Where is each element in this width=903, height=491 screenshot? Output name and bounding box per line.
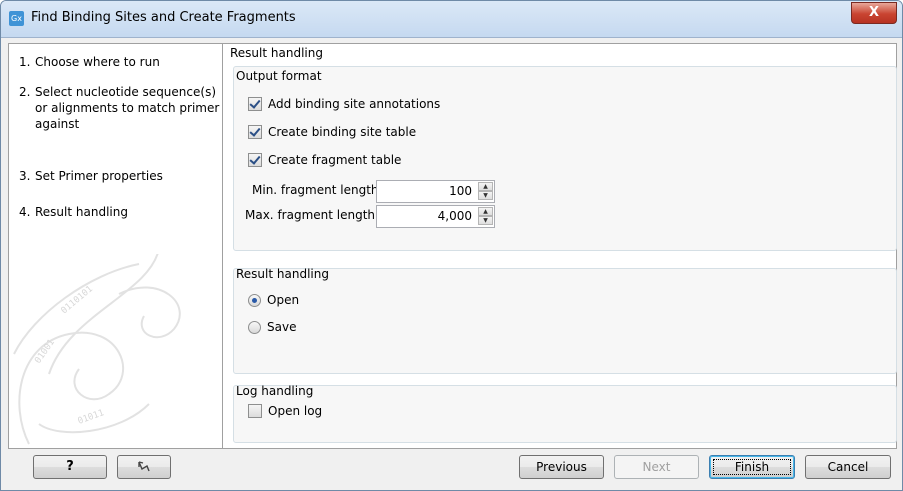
min-fragment-length-spinner[interactable]: 100 ▲ ▼ [376, 180, 495, 203]
save-radio[interactable]: Save [248, 320, 296, 334]
spinner-arrows[interactable]: ▲ ▼ [478, 182, 493, 201]
step-number: 4. [19, 205, 31, 219]
title-bar[interactable]: Gx Find Binding Sites and Create Fragmen… [1, 1, 902, 38]
svg-text:01011: 01011 [77, 408, 106, 427]
checkbox-label: Create binding site table [268, 125, 417, 139]
focus-ring [713, 459, 791, 475]
output-format-label: Output format [236, 69, 322, 83]
result-handling-panel: Result handling Output format Add bindin… [225, 44, 897, 448]
create-binding-site-table-checkbox[interactable]: Create binding site table [248, 125, 416, 139]
step-number: 3. [19, 169, 31, 183]
open-log-checkbox[interactable]: Open log [248, 404, 322, 418]
finish-button[interactable]: Finish [709, 455, 795, 479]
help-button[interactable]: ? [33, 455, 107, 479]
step-number: 2. [19, 85, 31, 99]
close-button[interactable]: X [851, 2, 897, 24]
result-handling-label: Result handling [236, 267, 329, 281]
min-fragment-length-label: Min. fragment length [252, 183, 379, 197]
min-fragment-length-value[interactable]: 100 [449, 184, 472, 198]
step-label: Choose where to run [35, 55, 160, 69]
log-handling-label: Log handling [236, 384, 314, 398]
max-fragment-length-value[interactable]: 4,000 [438, 209, 472, 223]
radio-icon[interactable] [248, 320, 261, 334]
checkbox-icon[interactable] [248, 97, 262, 111]
checkbox-icon[interactable] [248, 125, 262, 139]
checkbox-icon[interactable] [248, 153, 262, 167]
radio-label: Save [267, 320, 297, 334]
next-button[interactable]: Next [614, 455, 699, 479]
panel-heading: Result handling [230, 46, 323, 60]
app-icon: Gx [9, 11, 24, 26]
log-handling-group: Log handling Open log [233, 384, 897, 443]
radio-label: Open [267, 293, 300, 307]
spin-down-icon[interactable]: ▼ [478, 191, 493, 200]
undo-icon [138, 461, 150, 472]
previous-button[interactable]: Previous [519, 455, 604, 479]
decorative-swirl-logo: 0110101 01001 01011 [13, 254, 181, 445]
steps-sidebar: 1. Choose where to run 2. Select nucleot… [9, 44, 223, 448]
spin-down-icon[interactable]: ▼ [478, 216, 493, 225]
checkbox-label: Create fragment table [268, 153, 402, 167]
step-label: Set Primer properties [35, 169, 163, 183]
dialog-window: Gx Find Binding Sites and Create Fragmen… [0, 0, 903, 491]
wizard-content: 1. Choose where to run 2. Select nucleot… [8, 43, 897, 449]
output-format-group: Output format Add binding site annotatio… [233, 66, 897, 251]
spinner-arrows[interactable]: ▲ ▼ [478, 207, 493, 226]
step-label: Select nucleotide sequence(s) or alignme… [35, 85, 220, 131]
create-fragment-table-checkbox[interactable]: Create fragment table [248, 153, 401, 167]
spin-up-icon[interactable]: ▲ [478, 182, 493, 191]
open-radio[interactable]: Open [248, 293, 299, 307]
add-binding-site-annotations-checkbox[interactable]: Add binding site annotations [248, 97, 440, 111]
radio-icon[interactable] [248, 293, 261, 307]
reset-button[interactable] [117, 455, 171, 479]
step-label: Result handling [35, 205, 128, 219]
max-fragment-length-label: Max. fragment length [245, 208, 376, 222]
checkbox-label: Open log [268, 404, 323, 418]
step-number: 1. [19, 55, 31, 69]
cancel-button[interactable]: Cancel [805, 455, 891, 479]
result-handling-group: Result handling Open Save [233, 267, 897, 374]
checkbox-icon[interactable] [248, 404, 262, 418]
spin-up-icon[interactable]: ▲ [478, 207, 493, 216]
max-fragment-length-spinner[interactable]: 4,000 ▲ ▼ [376, 205, 495, 228]
window-title: Find Binding Sites and Create Fragments [31, 10, 296, 25]
checkbox-label: Add binding site annotations [268, 97, 441, 111]
